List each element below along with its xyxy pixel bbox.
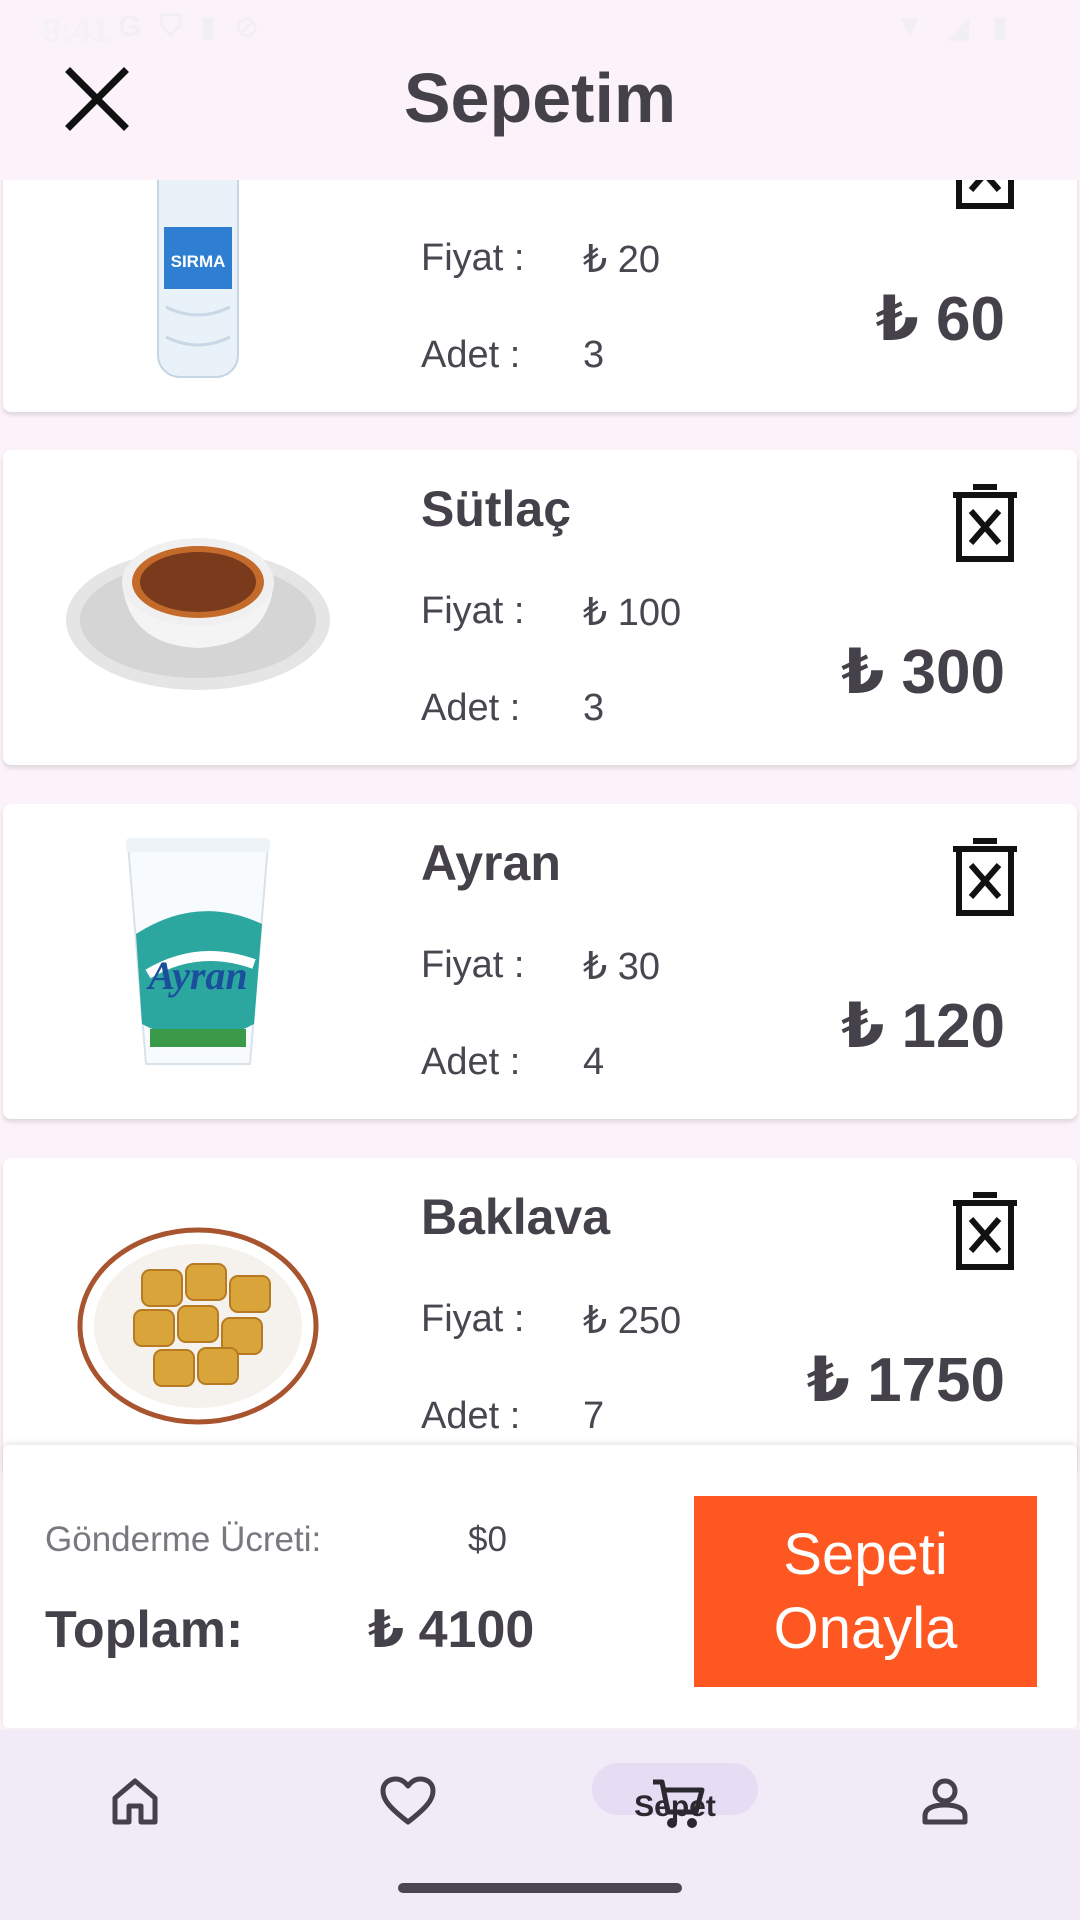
- home-indicator[interactable]: [398, 1883, 682, 1893]
- battery-icon: ▮: [991, 11, 1008, 44]
- product-name: Baklava: [421, 1189, 611, 1245]
- nav-cart-label: Sepet: [634, 1790, 716, 1823]
- product-name: Sütlaç: [421, 481, 572, 537]
- line-total: ₺ 120: [841, 992, 1005, 1061]
- line-total: ₺ 60: [875, 285, 1005, 354]
- price-label: Fiyat :: [421, 590, 525, 632]
- product-image-rice-pudding: [58, 470, 338, 740]
- quantity-label: Adet :: [421, 687, 521, 729]
- delete-item-button[interactable]: [949, 1191, 1021, 1273]
- sd-card-icon: ▮: [199, 11, 217, 44]
- signal-icon: ◢: [946, 11, 970, 44]
- nav-profile[interactable]: [885, 1766, 1005, 1856]
- carrier-glyph: G: [118, 10, 142, 43]
- total-value: ₺ 4100: [368, 1601, 535, 1659]
- line-total: ₺ 300: [841, 638, 1005, 707]
- shipping-fee-value: $0: [468, 1520, 507, 1559]
- svg-text:Ayran: Ayran: [145, 953, 247, 998]
- product-image-ayran-cup: Ayran: [58, 824, 338, 1094]
- status-time: 9:41: [42, 12, 111, 50]
- quantity-value: 4: [583, 1041, 605, 1083]
- line-total: ₺ 1750: [806, 1346, 1005, 1415]
- status-system-icons: ▼ ◢ ▮: [895, 10, 1008, 45]
- price-label: Fiyat :: [421, 944, 525, 986]
- order-summary-panel: Gönderme Ücreti: $0 Toplam: ₺ 4100 Sepet…: [3, 1445, 1077, 1728]
- trash-x-icon: [953, 1192, 1017, 1270]
- unit-price: ₺ 100: [583, 592, 682, 634]
- unit-price: ₺ 20: [583, 239, 661, 281]
- cart-item-card: Baklava Fiyat : ₺ 250 Adet : 7 ₺ 1750: [3, 1158, 1077, 1473]
- nav-home[interactable]: [75, 1766, 195, 1856]
- trash-x-icon: [953, 484, 1017, 562]
- nav-favorites[interactable]: [345, 1766, 465, 1856]
- page-title: Sepetim: [403, 59, 677, 137]
- quantity-value: 3: [583, 687, 605, 729]
- quantity-value: 7: [583, 1395, 605, 1437]
- profile-icon: [922, 1778, 968, 1825]
- confirm-cart-button[interactable]: Sepeti Onayla: [694, 1496, 1037, 1687]
- heart-icon: [380, 1776, 436, 1825]
- quantity-value: 3: [583, 334, 605, 376]
- svg-text:SIRMA: SIRMA: [171, 252, 226, 271]
- price-label: Fiyat :: [421, 1298, 525, 1340]
- status-notification-icons: G ⛉ ▮ ⊘: [118, 10, 260, 45]
- shield-icon: ⛉: [159, 10, 182, 43]
- price-label: Fiyat :: [421, 237, 525, 279]
- cart-item-card: Sütlaç Fiyat : ₺ 100 Adet : 3 ₺ 300: [3, 450, 1077, 765]
- quantity-label: Adet :: [421, 1041, 521, 1083]
- product-image-baklava-plate: [58, 1178, 338, 1448]
- unit-price: ₺ 250: [583, 1300, 682, 1342]
- wifi-icon: ▼: [894, 10, 925, 43]
- total-label: Toplam:: [45, 1601, 244, 1659]
- unit-price: ₺ 30: [583, 946, 661, 988]
- cart-item-card: Ayran Ayran Fiyat : ₺ 30 Adet : 4 ₺ 120: [3, 804, 1077, 1119]
- delete-item-button[interactable]: [949, 837, 1021, 919]
- home-icon: [112, 1778, 158, 1825]
- trash-x-icon: [953, 838, 1017, 916]
- delete-item-button[interactable]: [949, 483, 1021, 565]
- quantity-label: Adet :: [421, 1395, 521, 1437]
- status-bar: 9:41 G ⛉ ▮ ⊘ ▼ ◢ ▮: [0, 0, 1080, 60]
- shipping-fee-label: Gönderme Ücreti:: [45, 1520, 322, 1559]
- quantity-label: Adet :: [421, 334, 521, 376]
- blocked-icon: ⊘: [234, 11, 260, 44]
- product-name: Ayran: [421, 835, 561, 891]
